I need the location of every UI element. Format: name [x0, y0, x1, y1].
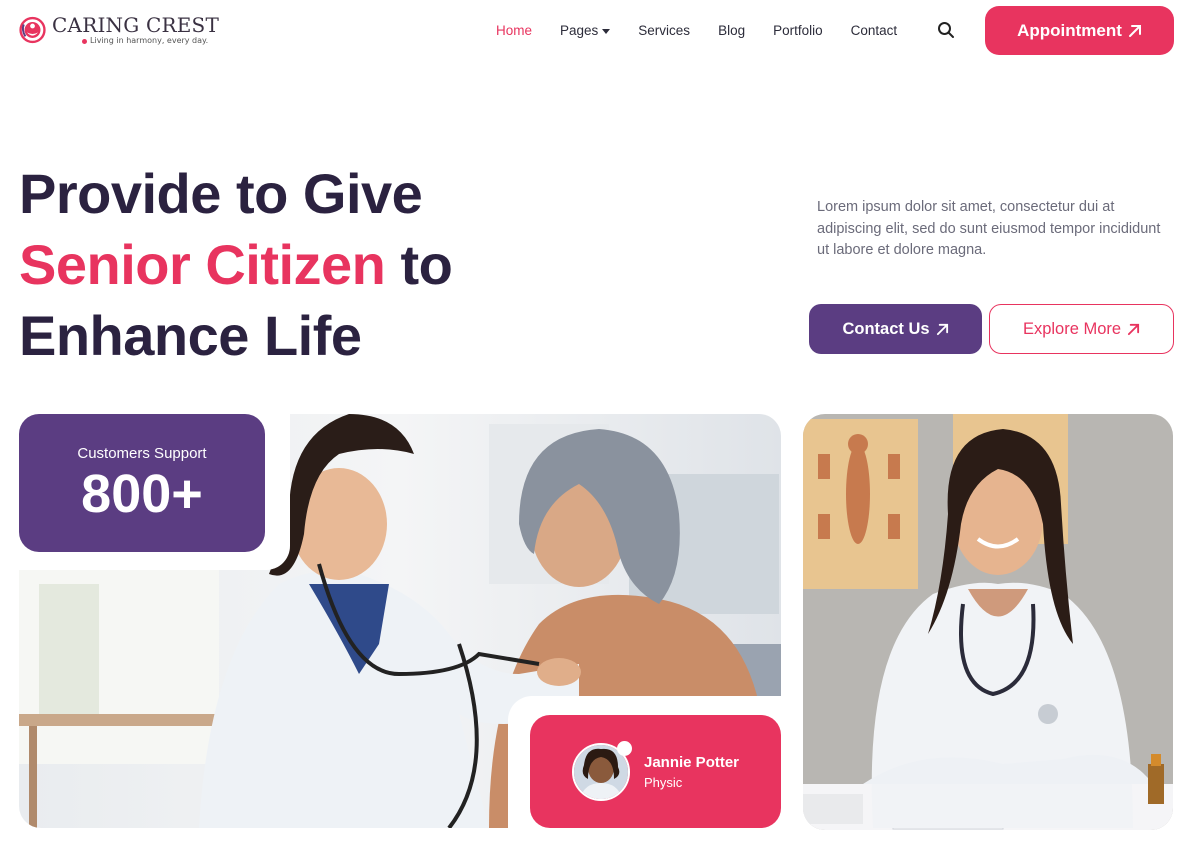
doctor-profile-card[interactable]: Jannie Potter Physic	[530, 715, 781, 828]
doctor-illustration	[803, 414, 1173, 830]
arrow-up-right-icon	[1127, 323, 1140, 335]
tagline-dot	[82, 38, 88, 44]
search-button[interactable]	[936, 20, 956, 40]
nav-pages[interactable]: Pages	[560, 22, 611, 38]
hero-title-line-3: Enhance Life	[19, 304, 362, 367]
explore-more-label: Explore More	[1022, 319, 1122, 338]
appointment-label: Appointment	[1017, 20, 1122, 40]
hero-description: Lorem ipsum dolor sit amet, consectetur …	[817, 199, 1161, 258]
stat-label: Customers Support	[77, 444, 207, 462]
hero-title: Provide to Give Senior Citizen to Enhanc…	[19, 158, 453, 371]
nav-contact[interactable]: Contact	[851, 23, 898, 38]
logo-icon	[19, 16, 46, 44]
explore-more-button[interactable]: Explore More	[989, 304, 1174, 354]
contact-us-label: Contact Us	[842, 319, 930, 338]
stat-value: 800+	[81, 463, 203, 524]
nav-portfolio[interactable]: Portfolio	[773, 23, 823, 38]
online-status-dot	[617, 740, 632, 756]
logo[interactable]: CARING CREST Living in harmony, every da…	[19, 10, 219, 50]
brand-name: CARING CREST	[52, 13, 219, 37]
hero-photo-doctor	[803, 414, 1173, 830]
hero-title-line-2: Senior Citizen to	[19, 229, 453, 300]
profile-text: Jannie Potter Physic	[644, 754, 739, 790]
tagline: Living in harmony, every day.	[52, 36, 219, 46]
appointment-button[interactable]: Appointment	[985, 6, 1174, 55]
profile-role: Physic	[644, 774, 683, 790]
arrow-up-right-icon	[1128, 24, 1141, 37]
hero-title-line-2-rest: to	[385, 233, 453, 296]
nav-blog[interactable]: Blog	[718, 23, 745, 38]
hero-title-line-1: Provide to Give	[19, 162, 423, 225]
main-nav: Home Pages Services Blog Portfolio Conta…	[496, 20, 925, 40]
customers-support-card: Customers Support 800+	[19, 414, 265, 552]
contact-us-button[interactable]: Contact Us	[809, 304, 982, 354]
arrow-up-right-icon	[936, 323, 948, 335]
nav-home[interactable]: Home	[496, 23, 532, 38]
profile-name: Jannie Potter	[644, 753, 740, 771]
search-icon	[938, 22, 954, 38]
hero-title-accent: Senior Citizen	[19, 233, 386, 296]
nav-services[interactable]: Services	[638, 23, 690, 38]
caret-down-icon	[602, 28, 611, 34]
avatar-wrapper	[572, 740, 632, 801]
nav-pages-label: Pages	[560, 22, 599, 38]
tagline-text: Living in harmony, every day.	[90, 36, 209, 45]
